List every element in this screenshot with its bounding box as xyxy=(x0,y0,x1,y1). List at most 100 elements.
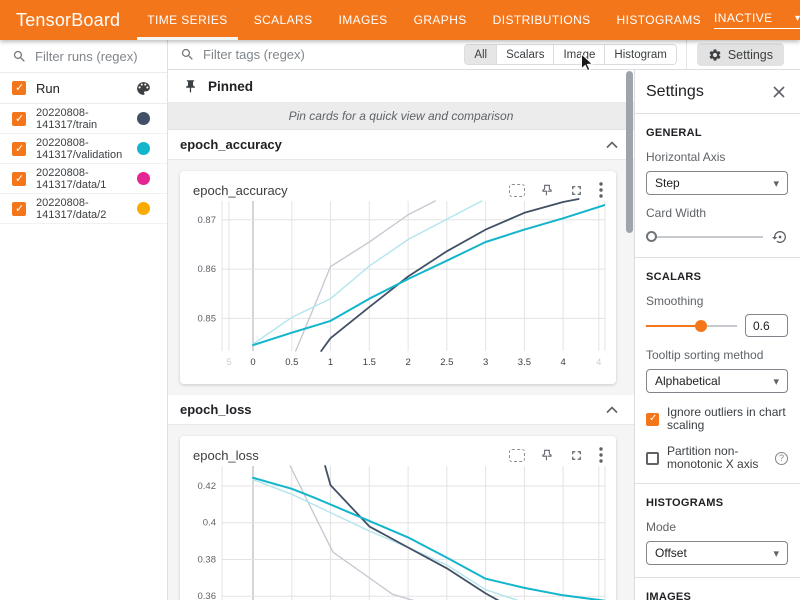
run-label-line2: 141317/data/2 xyxy=(36,209,106,221)
card-title: epoch_accuracy xyxy=(193,183,288,198)
filter-tags-input[interactable] xyxy=(203,47,383,62)
svg-text:5: 5 xyxy=(226,357,231,368)
palette-icon[interactable] xyxy=(135,80,152,97)
app-logo: TensorBoard xyxy=(16,10,120,31)
tab-histograms[interactable]: HISTOGRAMS xyxy=(604,0,714,40)
filter-histogram-button[interactable]: Histogram xyxy=(604,45,675,64)
epoch-loss-card: epoch_loss xyxy=(180,436,616,600)
smoothing-slider[interactable] xyxy=(646,319,737,333)
tooltip-sorting-select[interactable]: Alphabetical xyxy=(646,369,788,393)
close-icon[interactable] xyxy=(772,85,786,99)
search-icon xyxy=(12,49,27,64)
svg-text:4: 4 xyxy=(560,357,565,368)
nav-tabs: TIME SERIES SCALARS IMAGES GRAPHS DISTRI… xyxy=(134,0,714,40)
settings-panel-title: Settings xyxy=(646,83,704,101)
run-list-header: Run xyxy=(0,73,167,104)
card-width-label: Card Width xyxy=(646,206,788,220)
run-row-data-2[interactable]: 20220808- 141317/data/2 xyxy=(0,194,167,224)
run-color-dot[interactable] xyxy=(137,112,150,125)
epoch-loss-chart[interactable]: 0.420.40.380.36 xyxy=(180,463,616,600)
scrollbar-thumb[interactable] xyxy=(626,71,633,233)
kebab-menu-icon[interactable] xyxy=(599,182,603,198)
settings-button[interactable]: Settings xyxy=(697,43,784,66)
filter-image-button[interactable]: Image xyxy=(553,45,604,64)
filter-runs-input[interactable] xyxy=(35,49,151,64)
filter-scalars-button[interactable]: Scalars xyxy=(496,45,553,64)
cards-scroll-area: Pinned Pin cards for a quick view and co… xyxy=(168,70,634,600)
tab-scalars[interactable]: SCALARS xyxy=(241,0,326,40)
svg-text:1: 1 xyxy=(328,357,333,368)
slider-knob[interactable] xyxy=(646,231,657,242)
tags-toolbar: All Scalars Image Histogram Settings xyxy=(168,40,800,70)
kebab-menu-icon[interactable] xyxy=(599,447,603,463)
tab-graphs[interactable]: GRAPHS xyxy=(401,0,480,40)
run-row-data-1[interactable]: 20220808- 141317/data/1 xyxy=(0,164,167,194)
partition-x-axis-row[interactable]: Partition non-monotonic X axis xyxy=(646,445,788,471)
header-actions: INACTIVE ▾ xyxy=(714,7,800,33)
tab-time-series[interactable]: TIME SERIES xyxy=(134,0,240,40)
run-row-train[interactable]: 20220808- 141317/train xyxy=(0,104,167,134)
ignore-outliers-row[interactable]: Ignore outliers in chart scaling xyxy=(646,406,788,432)
run-color-dot[interactable] xyxy=(137,202,150,215)
select-all-runs-checkbox[interactable] xyxy=(12,81,26,95)
svg-text:4: 4 xyxy=(596,357,601,368)
run-label-line2: 141317/data/1 xyxy=(36,179,106,191)
slider-knob[interactable] xyxy=(695,320,707,332)
pinned-title: Pinned xyxy=(208,79,253,94)
section-epoch-accuracy[interactable]: epoch_accuracy xyxy=(168,130,634,160)
pin-card-icon[interactable] xyxy=(540,183,554,197)
data-selection-icon[interactable] xyxy=(509,449,525,462)
settings-panel: Settings GENERAL Horizontal Axis Step Ca… xyxy=(634,70,800,600)
run-checkbox[interactable] xyxy=(12,202,26,216)
chevron-up-icon[interactable] xyxy=(606,141,618,149)
main-scrollbar[interactable] xyxy=(626,70,634,600)
run-row-validation[interactable]: 20220808- 141317/validation xyxy=(0,134,167,164)
epoch-accuracy-chart[interactable]: 500.511.522.533.5440.850.860.87 xyxy=(180,198,616,374)
fullscreen-icon[interactable] xyxy=(569,448,584,463)
app-header: TensorBoard TIME SERIES SCALARS IMAGES G… xyxy=(0,0,800,40)
filter-tags-search xyxy=(180,47,464,62)
svg-text:0.5: 0.5 xyxy=(285,357,298,368)
help-circle-icon[interactable] xyxy=(775,452,788,465)
run-checkbox[interactable] xyxy=(12,112,26,126)
smoothing-label: Smoothing xyxy=(646,294,788,308)
smoothing-value-input[interactable]: 0.6 xyxy=(745,314,788,337)
search-icon xyxy=(180,47,195,62)
pin-card-icon[interactable] xyxy=(540,448,554,462)
svg-text:0.42: 0.42 xyxy=(198,481,217,492)
tab-images[interactable]: IMAGES xyxy=(326,0,401,40)
svg-text:2: 2 xyxy=(405,357,410,368)
section-epoch-loss[interactable]: epoch_loss xyxy=(168,395,634,425)
reset-icon[interactable] xyxy=(772,229,788,245)
pin-icon xyxy=(183,79,198,94)
run-label-line2: 141317/validation xyxy=(36,149,122,161)
data-selection-icon[interactable] xyxy=(509,184,525,197)
run-color-dot[interactable] xyxy=(137,142,150,155)
chevron-up-icon[interactable] xyxy=(606,406,618,414)
toolbar-divider xyxy=(686,40,687,70)
horizontal-axis-select[interactable]: Step xyxy=(646,171,788,195)
tab-distributions[interactable]: DISTRIBUTIONS xyxy=(480,0,604,40)
histogram-mode-select[interactable]: Offset xyxy=(646,541,788,565)
pinned-section-header: Pinned xyxy=(168,70,634,103)
tag-type-filter-group: All Scalars Image Histogram xyxy=(464,44,677,65)
run-checkbox[interactable] xyxy=(12,142,26,156)
run-status-dropdown[interactable]: INACTIVE ▾ xyxy=(714,11,800,29)
svg-text:0.36: 0.36 xyxy=(198,591,217,600)
runs-sidebar: Run 20220808- 141317/train 20220808- 141… xyxy=(0,40,168,600)
svg-text:0.86: 0.86 xyxy=(198,264,217,275)
run-checkbox[interactable] xyxy=(12,172,26,186)
card-width-slider[interactable] xyxy=(646,230,763,244)
filter-all-button[interactable]: All xyxy=(465,45,496,64)
ignore-outliers-checkbox[interactable] xyxy=(646,413,659,426)
horizontal-axis-label: Horizontal Axis xyxy=(646,150,788,164)
scalars-section-label: SCALARS xyxy=(646,271,788,283)
pin-hint: Pin cards for a quick view and compariso… xyxy=(168,103,634,130)
fullscreen-icon[interactable] xyxy=(569,183,584,198)
partition-x-axis-checkbox[interactable] xyxy=(646,452,659,465)
svg-text:0.85: 0.85 xyxy=(198,313,217,324)
filter-runs-row xyxy=(0,40,167,73)
histogram-mode-label: Mode xyxy=(646,520,788,534)
run-color-dot[interactable] xyxy=(137,172,150,185)
general-section-label: GENERAL xyxy=(646,127,788,139)
